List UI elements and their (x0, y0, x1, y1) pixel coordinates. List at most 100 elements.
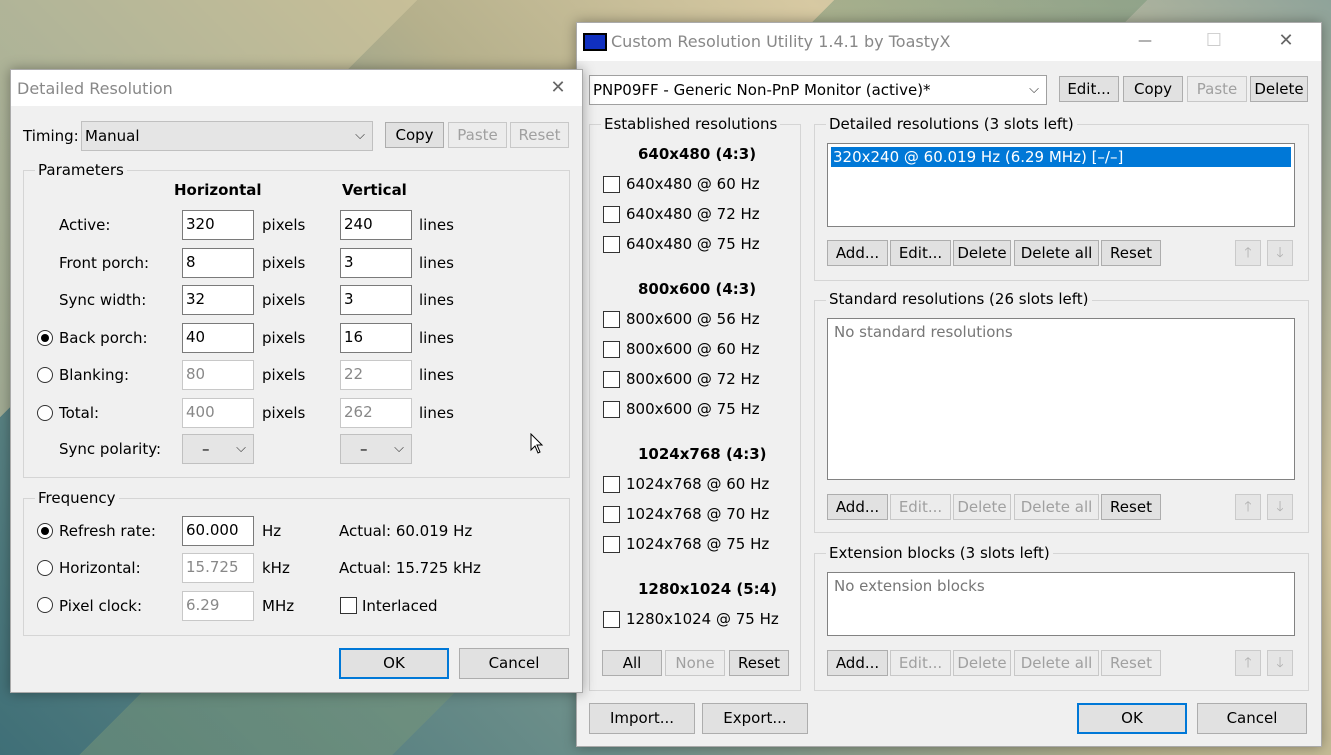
standard-move-up-icon[interactable]: 🡑 (1235, 494, 1261, 520)
vertical-value-input[interactable]: 3 (340, 247, 412, 278)
established-resolution-checkbox[interactable] (603, 401, 620, 418)
pixel-clock-label: Pixel clock: (59, 597, 143, 615)
detailed-add-button[interactable]: Add... (827, 240, 888, 266)
standard-add-button[interactable]: Add... (827, 494, 888, 520)
vertical-value-input[interactable]: 3 (340, 285, 412, 315)
extension-list[interactable]: No extension blocks (827, 572, 1295, 636)
vertical-value-input[interactable]: 262 (340, 397, 412, 428)
cru-titlebar[interactable]: Custom Resolution Utility 1.4.1 by Toast… (577, 23, 1321, 61)
established-resolution-checkbox[interactable] (603, 176, 620, 193)
established-reset-button[interactable]: Reset (729, 650, 789, 676)
extension-delete-all-button[interactable]: Delete all (1014, 650, 1099, 676)
extension-add-button[interactable]: Add... (827, 650, 888, 676)
sync-polarity-vertical[interactable]: – ⌵ (340, 434, 412, 464)
established-resolution-checkbox[interactable] (603, 536, 620, 553)
established-resolution-checkbox[interactable] (603, 311, 620, 328)
standard-move-down-icon[interactable]: 🡓 (1267, 494, 1293, 520)
horizontal-freq-radio[interactable] (37, 560, 53, 576)
vertical-value-input[interactable]: 240 (340, 210, 412, 240)
established-resolution-checkbox[interactable] (603, 506, 620, 523)
chevron-down-icon: ⌵ (1029, 82, 1039, 97)
cru-ok-button[interactable]: OK (1077, 703, 1187, 734)
maximize-icon[interactable]: ☐ (1191, 23, 1237, 59)
standard-list[interactable]: No standard resolutions (827, 318, 1295, 480)
timing-paste-button[interactable]: Paste (448, 122, 507, 148)
extension-edit-button[interactable]: Edit... (890, 650, 951, 676)
standard-delete-all-button[interactable]: Delete all (1014, 494, 1099, 520)
interlaced-checkbox[interactable] (340, 597, 357, 614)
refresh-rate-radio[interactable] (37, 523, 53, 539)
dialog-ok-button[interactable]: OK (339, 648, 449, 679)
monitor-delete-button[interactable]: Delete (1250, 76, 1308, 102)
vertical-value-input[interactable]: 16 (340, 322, 412, 353)
established-resolution-label: 800x600 @ 56 Hz (626, 310, 760, 328)
extension-move-down-icon[interactable]: 🡓 (1267, 650, 1293, 676)
horizontal-value-input[interactable]: 80 (182, 360, 254, 390)
timing-select[interactable]: Manual ⌵ (81, 121, 373, 151)
close-icon[interactable]: ✕ (1263, 23, 1309, 59)
horizontal-freq-input[interactable]: 15.725 (182, 553, 254, 583)
parameter-label: Active: (59, 216, 111, 234)
horizontal-value-input[interactable]: 32 (182, 285, 254, 315)
chevron-down-icon: ⌵ (394, 441, 404, 456)
horizontal-value-input[interactable]: 8 (182, 247, 254, 278)
standard-edit-button[interactable]: Edit... (890, 494, 951, 520)
detailed-reset-button[interactable]: Reset (1101, 240, 1161, 266)
extension-reset-button[interactable]: Reset (1101, 650, 1161, 676)
established-resolution-checkbox[interactable] (603, 236, 620, 253)
horizontal-value-input[interactable]: 400 (182, 397, 254, 428)
detailed-edit-button[interactable]: Edit... (890, 240, 951, 266)
detailed-move-down-icon[interactable]: 🡓 (1267, 240, 1293, 266)
dialog-cancel-button[interactable]: Cancel (459, 648, 569, 679)
detailed-delete-button[interactable]: Delete (953, 240, 1011, 266)
standard-reset-button[interactable]: Reset (1101, 494, 1161, 520)
refresh-rate-label: Refresh rate: (59, 522, 156, 540)
standard-delete-button[interactable]: Delete (953, 494, 1011, 520)
extension-delete-button[interactable]: Delete (953, 650, 1011, 676)
horizontal-freq-actual: Actual: 15.725 kHz (339, 559, 481, 577)
established-resolution-checkbox[interactable] (603, 206, 620, 223)
cru-cancel-button[interactable]: Cancel (1197, 703, 1307, 734)
established-resolution-label: 1280x1024 @ 75 Hz (626, 610, 779, 628)
vertical-unit: lines (419, 291, 454, 309)
sync-polarity-horizontal[interactable]: – ⌵ (182, 434, 254, 464)
import-button[interactable]: Import... (589, 703, 695, 734)
vertical-value-input[interactable]: 22 (340, 360, 412, 390)
established-resolution-checkbox[interactable] (603, 341, 620, 358)
established-resolution-checkbox[interactable] (603, 611, 620, 628)
established-all-button[interactable]: All (602, 650, 662, 676)
horizontal-unit: pixels (262, 216, 306, 234)
pixel-clock-unit: MHz (262, 597, 295, 615)
refresh-rate-input[interactable]: 60.000 (182, 516, 254, 546)
minimize-icon[interactable]: — (1122, 23, 1168, 59)
parameter-mode-radio[interactable] (37, 367, 53, 383)
parameter-mode-radio[interactable] (37, 329, 53, 346)
parameter-mode-radio[interactable] (37, 404, 53, 421)
monitor-select[interactable]: PNP09FF - Generic Non-PnP Monitor (activ… (589, 75, 1047, 105)
dialog-close-icon[interactable]: ✕ (535, 70, 581, 106)
export-button[interactable]: Export... (702, 703, 808, 734)
established-resolution-checkbox[interactable] (603, 371, 620, 388)
established-resolution-label: 1024x768 @ 70 Hz (626, 505, 770, 523)
detailed-list[interactable]: 320x240 @ 60.019 Hz (6.29 MHz) [–/–] (827, 143, 1295, 227)
standard-title: Standard resolutions (26 slots left) (826, 290, 1092, 308)
established-resolution-checkbox[interactable] (603, 476, 620, 493)
extension-move-up-icon[interactable]: 🡑 (1235, 650, 1261, 676)
horizontal-value-input[interactable]: 320 (182, 210, 254, 240)
timing-copy-button[interactable]: Copy (385, 122, 444, 148)
horizontal-value-input[interactable]: 40 (182, 322, 254, 353)
monitor-paste-button[interactable]: Paste (1187, 76, 1247, 102)
pixel-clock-input[interactable]: 6.29 (182, 591, 254, 621)
pixel-clock-radio[interactable] (37, 597, 53, 613)
chevron-down-icon: ⌵ (236, 441, 246, 456)
dialog-titlebar[interactable]: Detailed Resolution ✕ (11, 70, 582, 106)
monitor-edit-button[interactable]: Edit... (1059, 76, 1119, 102)
established-none-button[interactable]: None (665, 650, 725, 676)
detailed-delete-all-button[interactable]: Delete all (1014, 240, 1099, 266)
established-resolution-label: 800x600 @ 60 Hz (626, 340, 760, 358)
monitor-copy-button[interactable]: Copy (1123, 76, 1183, 102)
timing-reset-button[interactable]: Reset (510, 122, 569, 148)
detailed-move-up-icon[interactable]: 🡑 (1235, 240, 1261, 266)
parameter-label: Blanking: (59, 366, 130, 384)
detailed-list-item[interactable]: 320x240 @ 60.019 Hz (6.29 MHz) [–/–] (831, 147, 1291, 167)
